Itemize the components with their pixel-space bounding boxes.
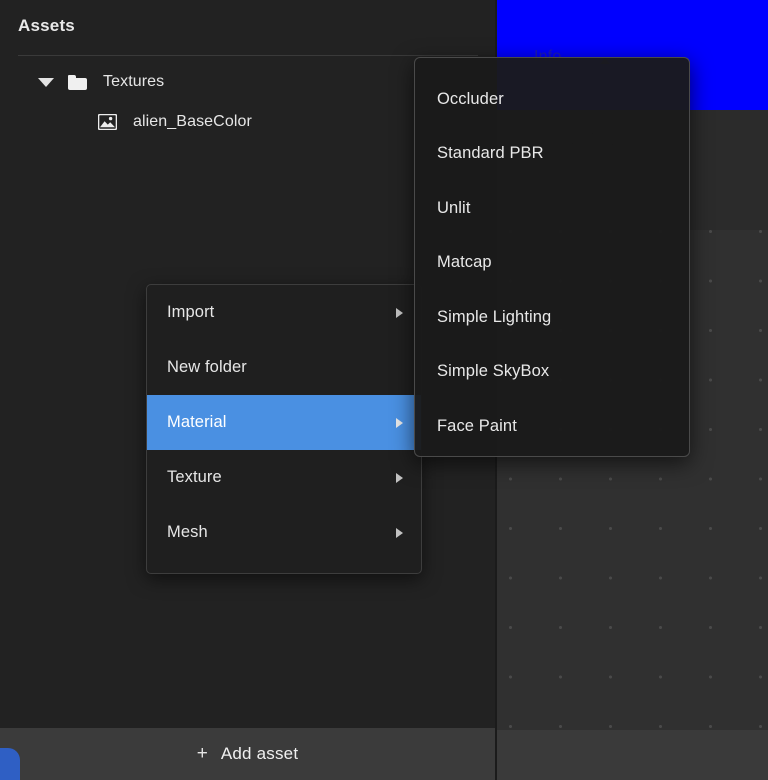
- menu-item-texture[interactable]: Texture: [147, 450, 421, 505]
- chevron-down-icon[interactable]: [38, 77, 54, 87]
- submenu-item-label: Face Paint: [437, 416, 517, 435]
- image-icon: [97, 113, 118, 131]
- submenu-item-label: Simple Lighting: [437, 307, 552, 326]
- visual-scripting-footer: [497, 730, 768, 780]
- tree-item-label: alien_BaseColor: [133, 113, 252, 130]
- submenu-item-face-paint[interactable]: Face Paint: [415, 399, 689, 454]
- app-root: Info Visual Scripting Assets Textures: [0, 0, 768, 780]
- chevron-right-icon: [396, 472, 403, 483]
- add-asset-label: Add asset: [220, 744, 299, 763]
- submenu-item-standard-pbr[interactable]: Standard PBR: [415, 127, 689, 182]
- submenu-item-label: Unlit: [437, 198, 471, 217]
- header-divider: [18, 55, 478, 56]
- submenu-item-label: Occluder: [437, 89, 504, 108]
- submenu-item-occluder[interactable]: Occluder: [415, 72, 689, 127]
- page-title: Assets: [18, 16, 75, 35]
- submenu-item-label: Simple SkyBox: [437, 362, 550, 381]
- floating-action-button[interactable]: [0, 748, 20, 780]
- submenu-item-label: Matcap: [437, 253, 492, 272]
- menu-item-label: Import: [167, 303, 215, 321]
- material-submenu: Occluder Standard PBR Unlit Matcap Simpl…: [414, 57, 690, 457]
- menu-item-mesh[interactable]: Mesh: [147, 505, 421, 560]
- submenu-item-label: Standard PBR: [437, 144, 544, 163]
- chevron-right-icon: [396, 307, 403, 318]
- context-menu: Import New folder Material Texture Mesh: [146, 284, 422, 574]
- submenu-item-matcap[interactable]: Matcap: [415, 236, 689, 291]
- submenu-item-simple-lighting[interactable]: Simple Lighting: [415, 290, 689, 345]
- plus-icon: +: [196, 742, 208, 764]
- menu-item-label: Texture: [167, 468, 222, 486]
- menu-item-material[interactable]: Material: [147, 395, 421, 450]
- chevron-right-icon: [396, 527, 403, 538]
- menu-item-label: New folder: [167, 358, 247, 376]
- chevron-right-icon: [396, 417, 403, 428]
- menu-item-label: Mesh: [167, 523, 208, 541]
- menu-item-new-folder[interactable]: New folder: [147, 340, 421, 395]
- folder-icon: [68, 74, 87, 90]
- menu-item-import[interactable]: Import: [147, 285, 421, 340]
- submenu-item-simple-skybox[interactable]: Simple SkyBox: [415, 345, 689, 400]
- menu-item-label: Material: [167, 413, 227, 431]
- submenu-item-unlit[interactable]: Unlit: [415, 181, 689, 236]
- add-asset-button[interactable]: + Add asset: [0, 728, 495, 780]
- tree-item-label: Textures: [103, 73, 165, 90]
